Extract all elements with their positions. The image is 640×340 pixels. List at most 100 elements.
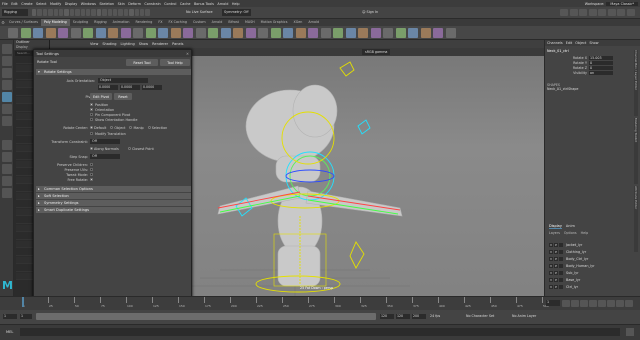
shelf-tool-icon[interactable] <box>270 28 281 38</box>
layer-visibility-toggle[interactable]: V <box>549 285 553 289</box>
shelf-tab[interactable]: Poly Modeling <box>40 19 70 26</box>
shelf-tab[interactable]: Custom <box>190 19 209 26</box>
script-editor-icon[interactable] <box>626 328 634 336</box>
layer-playback-toggle[interactable]: P <box>554 278 558 282</box>
rotate-center-option[interactable]: Selection <box>147 125 167 130</box>
status-tool-icon[interactable] <box>129 9 134 16</box>
step-back-icon[interactable] <box>580 300 588 307</box>
status-tool-icon[interactable] <box>134 9 139 16</box>
viewport-menu-item[interactable]: Lighting <box>121 42 135 46</box>
side-tab[interactable]: Channel Box / Layer Editor <box>634 50 638 116</box>
start-frame-field[interactable]: 1 <box>3 314 17 319</box>
layer-editor-tab[interactable]: Display <box>549 224 562 229</box>
layer-playback-toggle[interactable]: P <box>554 271 558 275</box>
mode-selector[interactable]: Rigging <box>2 9 28 16</box>
menu-item[interactable]: Cache <box>180 2 191 6</box>
shelf-tool-icon[interactable] <box>208 28 218 38</box>
shelf-tab[interactable]: Motion Graphics <box>258 19 291 26</box>
edit-pivot-button[interactable]: Edit Pivot <box>90 93 112 100</box>
section-header[interactable]: ▸ Common Selection Options <box>36 186 191 192</box>
shelf-tool-icon[interactable] <box>258 28 268 38</box>
layer-playback-toggle[interactable]: P <box>554 285 558 289</box>
layer-visibility-toggle[interactable]: V <box>549 243 553 247</box>
layer-row[interactable]: V P Body_Human_lyr <box>549 263 637 269</box>
preserve-uvs-checkbox[interactable] <box>90 168 93 171</box>
channel-box-tab[interactable]: Edit <box>566 41 573 45</box>
shelf-tab[interactable]: Sculpting <box>70 19 91 26</box>
shelf-tool-icon[interactable] <box>108 28 118 38</box>
layout-icon-2[interactable] <box>2 188 12 198</box>
shelf-tool-icon[interactable] <box>445 28 456 38</box>
section-header[interactable]: ▸ Soft Selection <box>36 193 191 199</box>
layer-row[interactable]: V P Base_lyr <box>549 277 637 283</box>
channel-value[interactable]: 0 <box>589 65 613 70</box>
layer-display-toggle[interactable] <box>559 250 563 254</box>
layer-visibility-toggle[interactable]: V <box>549 250 553 254</box>
shelf-tab[interactable]: Arnold <box>209 19 226 26</box>
layer-editor-menu-item[interactable]: Help <box>581 231 589 235</box>
viewport-menu-item[interactable]: View <box>90 42 98 46</box>
range-start-field[interactable]: 1 <box>20 314 32 319</box>
fps-dropdown[interactable]: 24 fps <box>430 314 440 318</box>
shelf-tool-icon[interactable] <box>233 28 243 38</box>
current-time-marker[interactable] <box>22 297 24 307</box>
shelf-tab[interactable]: XGen <box>290 19 305 26</box>
step-back-key-icon[interactable] <box>571 300 579 307</box>
panel-toggle-icon[interactable] <box>560 9 568 16</box>
shelf-tool-icon[interactable] <box>20 28 31 38</box>
status-tool-icon[interactable] <box>37 9 42 16</box>
layer-visibility-toggle[interactable]: V <box>549 278 553 282</box>
closest-point-option[interactable]: Closest Point <box>128 146 154 151</box>
shelf-tool-icon[interactable] <box>158 28 168 38</box>
status-tool-icon[interactable] <box>75 9 80 16</box>
layer-display-toggle[interactable] <box>559 264 563 268</box>
closest-point-radio[interactable] <box>128 146 131 150</box>
shelf-tab[interactable]: Arnold <box>305 19 322 26</box>
menu-item[interactable]: File <box>2 2 8 6</box>
menu-item[interactable]: Windows <box>81 2 96 6</box>
layer-visibility-toggle[interactable]: V <box>549 257 553 261</box>
shelf-tool-icon[interactable] <box>245 28 256 38</box>
menu-item[interactable]: Create <box>21 2 32 6</box>
status-tool-icon[interactable] <box>59 9 64 16</box>
shelf-tool-icon[interactable] <box>70 28 81 38</box>
status-tool-icon[interactable] <box>145 9 150 16</box>
menu-item[interactable]: Deform <box>128 2 141 6</box>
last-tool-icon[interactable] <box>2 116 12 126</box>
shelf-tool-icon[interactable] <box>370 28 381 38</box>
shelf-tool-icon[interactable] <box>408 28 418 38</box>
menu-item[interactable]: Arnold <box>217 2 228 6</box>
layer-display-toggle[interactable] <box>559 278 563 282</box>
symmetry-dropdown[interactable]: Symmetry: Off <box>222 9 251 16</box>
panel-toggle-icon[interactable] <box>607 9 616 16</box>
layer-display-toggle[interactable] <box>559 271 563 275</box>
panel-toggle-icon[interactable] <box>588 9 597 16</box>
shelf-tool-icon[interactable] <box>183 28 193 38</box>
status-tool-icon[interactable] <box>91 9 96 16</box>
tool-help-button[interactable]: Tool Help <box>160 59 190 66</box>
rotate-tool-icon[interactable] <box>2 92 12 102</box>
tool-settings-titlebar[interactable]: Tool Settings ✕ <box>34 50 191 57</box>
shelf-tool-icon[interactable] <box>45 28 56 38</box>
shelf-tool-icon[interactable] <box>283 28 293 38</box>
status-tool-icon[interactable] <box>69 9 75 16</box>
panel-toggle-icon[interactable] <box>569 9 578 16</box>
layer-display-toggle[interactable] <box>559 257 563 261</box>
menu-item[interactable]: Edit <box>11 2 18 6</box>
shelf-tool-icon[interactable] <box>333 28 343 38</box>
tweak-mode-checkbox[interactable] <box>90 173 93 176</box>
go-to-start-icon[interactable] <box>562 300 570 307</box>
single-view-icon[interactable] <box>2 140 12 150</box>
lasso-tool-icon[interactable] <box>2 56 12 66</box>
layer-playback-toggle[interactable]: P <box>554 250 558 254</box>
menu-item[interactable]: Bonus Tools <box>194 2 214 6</box>
panel-toggle-icon[interactable] <box>598 9 606 16</box>
rotate-center-radio[interactable] <box>110 125 114 129</box>
layer-row[interactable]: V P Ctrl_lyr <box>549 284 637 290</box>
play-forward-icon[interactable] <box>598 300 606 307</box>
step-forward-key-icon[interactable] <box>616 300 624 307</box>
pivot-option-control[interactable]: Orientation <box>90 108 114 112</box>
layer-editor-tab[interactable]: Anim <box>566 224 575 229</box>
rotate-center-radio[interactable] <box>129 125 133 129</box>
pivot-checkbox[interactable] <box>90 103 93 106</box>
